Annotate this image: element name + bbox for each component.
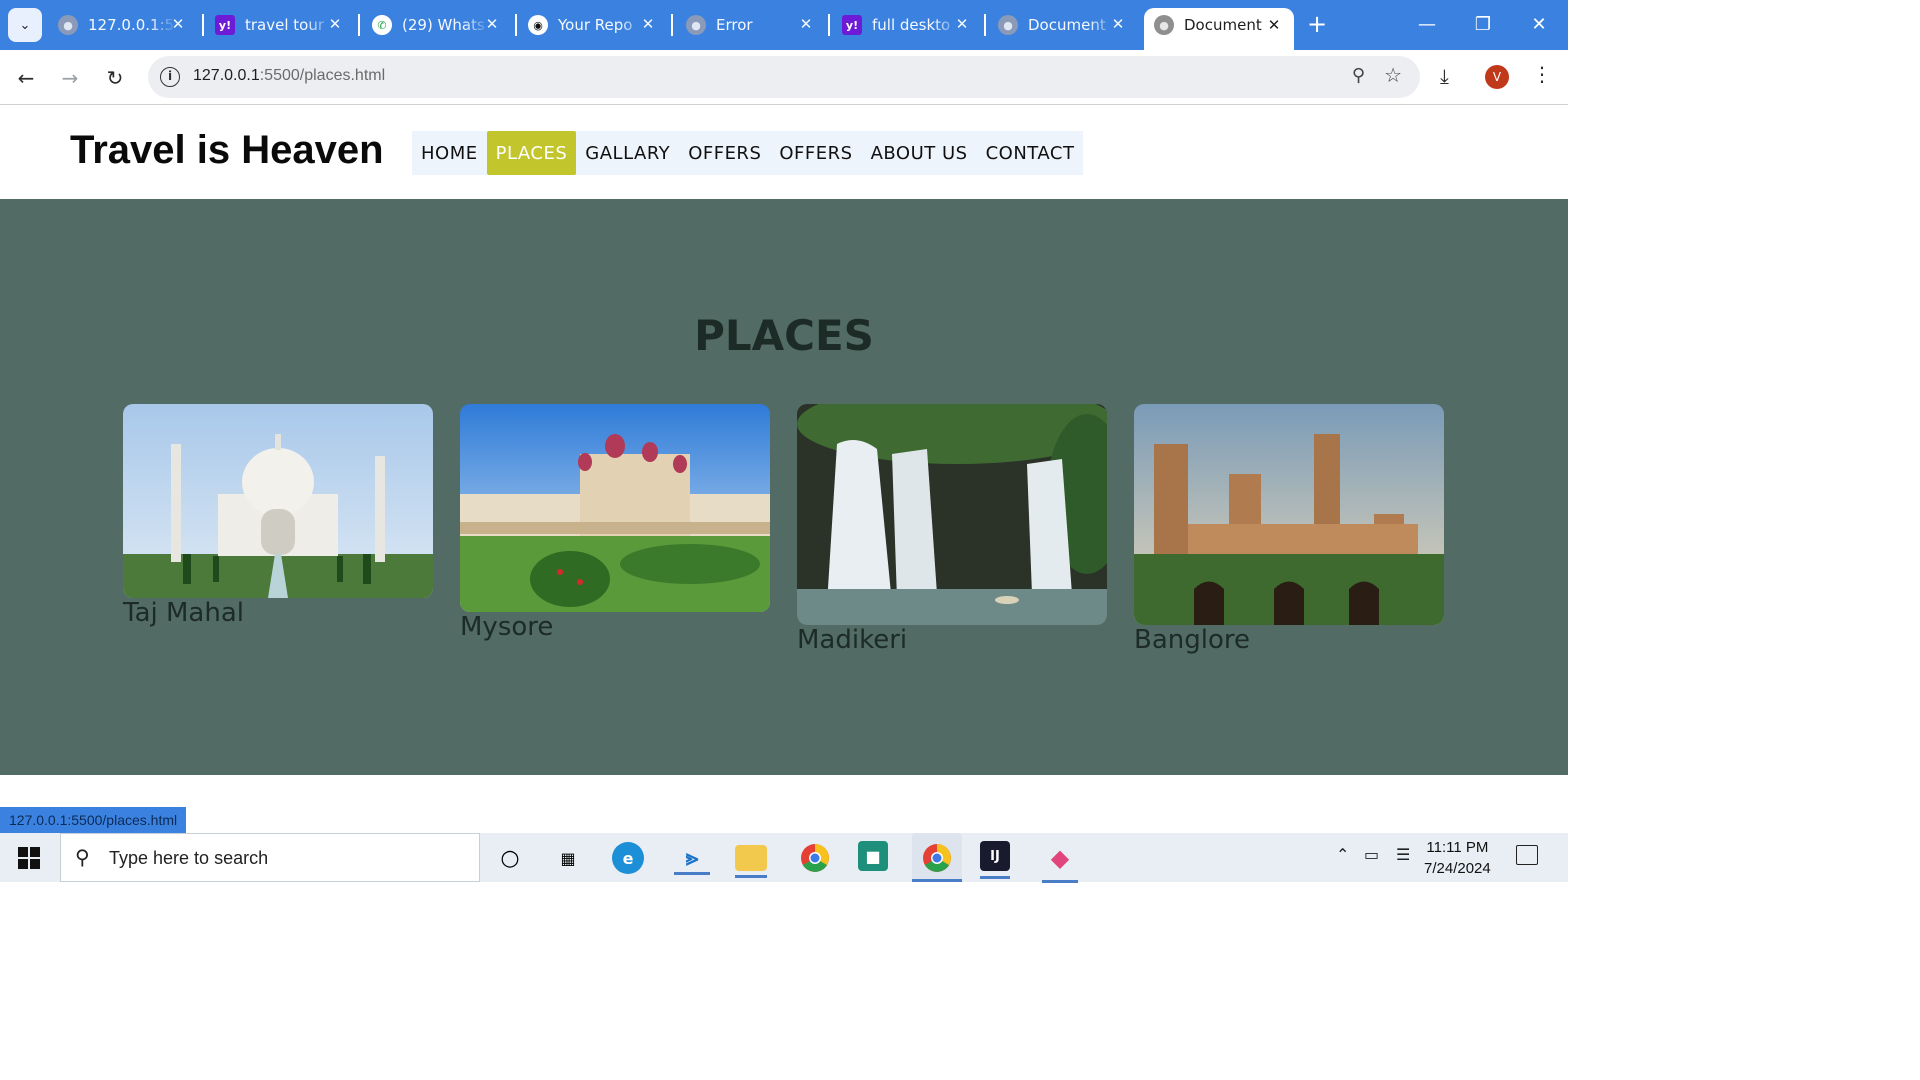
browser-tab[interactable]: ● Error ✕ <box>686 8 816 42</box>
tab-search-button[interactable]: ⌄ <box>8 8 42 42</box>
nav-about-us[interactable]: ABOUT US <box>862 131 977 175</box>
mysore-image[interactable] <box>460 404 770 612</box>
tab-divider <box>828 14 830 36</box>
reload-icon[interactable]: ↻ <box>101 64 129 92</box>
place-card-taj-mahal[interactable]: Taj Mahal <box>123 404 433 628</box>
close-tab-icon[interactable]: ✕ <box>1108 14 1128 34</box>
yahoo-icon: y! <box>215 15 235 35</box>
globe-icon: ● <box>686 15 706 35</box>
store-app-icon[interactable]: ■ <box>858 841 888 871</box>
chevron-down-icon: ⌄ <box>19 17 31 33</box>
taskbar: ⚲ Type here to search ○ ▦ e ⪢ ■ IJ ◆ ⌃ ▭… <box>0 833 1568 883</box>
download-icon[interactable]: ⤓ <box>1440 64 1449 88</box>
place-card-mysore[interactable]: Mysore <box>460 404 770 642</box>
chrome-active-icon[interactable] <box>912 833 962 882</box>
window-close-icon[interactable]: ✕ <box>1524 10 1554 40</box>
profile-avatar[interactable]: V <box>1485 65 1509 89</box>
site-logo[interactable]: Travel is Heaven <box>70 128 384 173</box>
nav-offers-2[interactable]: OFFERS <box>770 131 861 175</box>
place-name: Madikeri <box>797 625 908 655</box>
browser-tab[interactable]: ◉ Your Repo ✕ <box>528 8 658 42</box>
browser-tab[interactable]: y! travel tour ✕ <box>215 8 345 42</box>
browser-tab[interactable]: y! full deskto ✕ <box>842 8 972 42</box>
close-tab-icon[interactable]: ✕ <box>168 14 188 34</box>
edge-icon[interactable]: e <box>612 842 644 874</box>
nav-home[interactable]: HOME <box>412 131 487 175</box>
section-title: PLACES <box>694 311 874 360</box>
chrome-icon[interactable] <box>797 841 833 875</box>
close-tab-icon[interactable]: ✕ <box>482 14 502 34</box>
globe-icon: ● <box>1154 15 1174 35</box>
chevron-up-icon[interactable]: ⌃ <box>1336 845 1349 864</box>
globe-icon: ● <box>998 15 1018 35</box>
system-clock[interactable]: 11:11 PM 7/24/2024 <box>1424 837 1491 879</box>
place-card-banglore[interactable]: Banglore <box>1134 404 1444 655</box>
browser-tab[interactable]: ✆ (29) Whats ✕ <box>372 8 502 42</box>
taskbar-search-box[interactable]: ⚲ Type here to search <box>60 833 480 882</box>
taj-mahal-image[interactable] <box>123 404 433 598</box>
zoom-icon[interactable]: ⚲ <box>1352 65 1365 86</box>
site-header: Travel is Heaven HOME PLACES GALLARY OFF… <box>0 106 1568 199</box>
forward-icon[interactable]: → <box>56 64 84 92</box>
place-name: Mysore <box>460 612 554 642</box>
browser-tab[interactable]: ● 127.0.0.1:5 ✕ <box>58 8 188 42</box>
close-tab-icon[interactable]: ✕ <box>796 14 816 34</box>
nav-contact[interactable]: CONTACT <box>977 131 1084 175</box>
battery-icon[interactable]: ▭ <box>1364 845 1379 864</box>
restore-icon[interactable]: ❐ <box>1468 10 1498 40</box>
close-tab-icon[interactable]: ✕ <box>1264 15 1284 35</box>
back-icon[interactable]: ← <box>12 64 40 92</box>
main-nav: HOME PLACES GALLARY OFFERS OFFERS ABOUT … <box>412 131 1084 175</box>
tab-divider <box>202 14 204 36</box>
close-tab-icon[interactable]: ✕ <box>325 14 345 34</box>
browser-tab[interactable]: ● Document ✕ <box>998 8 1128 42</box>
intellij-icon[interactable]: IJ <box>980 841 1010 879</box>
address-bar[interactable]: i 127.0.0.1:5500/places.html ⚲ ☆ <box>148 56 1420 98</box>
site-info-icon[interactable]: i <box>160 67 180 87</box>
task-view-icon[interactable]: ▦ <box>550 841 586 875</box>
banglore-image[interactable] <box>1134 404 1444 625</box>
cortana-icon[interactable]: ○ <box>492 841 528 875</box>
vscode-icon[interactable]: ⪢ <box>674 841 710 875</box>
browser-tab-active[interactable]: ● Document ✕ <box>1144 8 1294 50</box>
notification-center-icon[interactable] <box>1516 845 1538 865</box>
url-text[interactable]: 127.0.0.1:5500/places.html <box>193 67 385 85</box>
close-tab-icon[interactable]: ✕ <box>952 14 972 34</box>
place-card-madikeri[interactable]: Madikeri <box>797 404 1107 655</box>
browser-tab-strip: ⌄ ● 127.0.0.1:5 ✕ y! travel tour ✕ ✆ (29… <box>0 0 1568 50</box>
search-icon: ⚲ <box>75 845 90 869</box>
wifi-icon[interactable]: ☰ <box>1396 845 1410 864</box>
nav-offers[interactable]: OFFERS <box>679 131 770 175</box>
bookmark-star-icon[interactable]: ☆ <box>1384 63 1402 87</box>
file-explorer-icon[interactable] <box>735 845 767 878</box>
windows-start-icon[interactable] <box>18 847 40 869</box>
madikeri-image[interactable] <box>797 404 1107 625</box>
kebab-menu-icon[interactable]: ⋮ <box>1532 62 1552 86</box>
nav-gallary[interactable]: GALLARY <box>576 131 679 175</box>
nav-places[interactable]: PLACES <box>486 131 577 175</box>
close-tab-icon[interactable]: ✕ <box>638 14 658 34</box>
yahoo-icon: y! <box>842 15 862 35</box>
git-app-icon[interactable]: ◆ <box>1042 841 1078 883</box>
places-section: PLACES Taj Mahal Mysore Madikeri Banglor… <box>0 199 1568 775</box>
tab-divider <box>515 14 517 36</box>
whatsapp-icon: ✆ <box>372 15 392 35</box>
globe-icon: ● <box>58 15 78 35</box>
place-name: Banglore <box>1134 625 1250 655</box>
minimize-icon[interactable]: — <box>1412 10 1442 40</box>
tab-divider <box>671 14 673 36</box>
github-icon: ◉ <box>528 15 548 35</box>
place-name: Taj Mahal <box>123 598 244 628</box>
tab-divider <box>358 14 360 36</box>
new-tab-button[interactable]: + <box>1304 12 1330 38</box>
browser-toolbar: ← → ↻ i 127.0.0.1:5500/places.html ⚲ ☆ ⤓… <box>0 50 1568 105</box>
tab-divider <box>984 14 986 36</box>
status-bar-url: 127.0.0.1:5500/places.html <box>0 807 187 833</box>
